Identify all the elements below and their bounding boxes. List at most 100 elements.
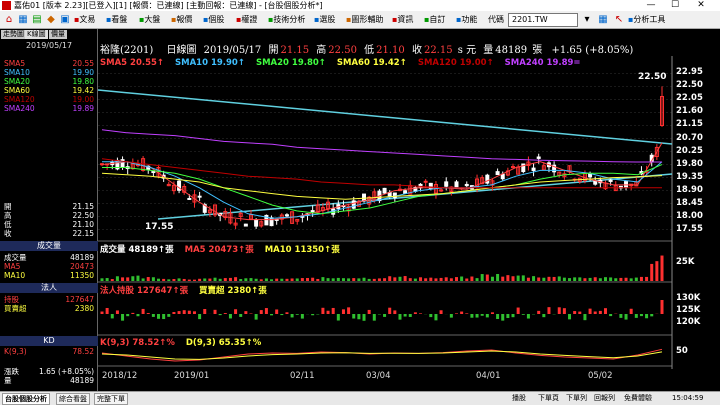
volume-bar [593,277,597,281]
volume-bar [347,278,351,281]
volume-bar [403,276,407,281]
chevron-down-icon[interactable]: ▾ [580,12,594,28]
institutional-bar [352,314,356,319]
menu-technical[interactable]: ▪技術分析 [268,12,305,28]
chart-area[interactable]: 裕隆(2201) 日線圖 2019/05/17 開 21.15 高 22.50 低2… [98,29,720,391]
maximize-button[interactable]: ☐ [664,0,686,11]
volume-bar [506,275,510,281]
volume-bar [234,277,238,281]
institutional-bar [162,314,166,320]
info-high: 高 22.50 [4,211,94,220]
candle-body [593,180,598,185]
main-toolbar: ⌂ ▦ ▤ ◆ ▣ ▪文易 ▪看盤 ▪大盤 ▪報價 ▪個股 ▪權證 ▪技術分析 … [0,11,720,29]
volume-bar [578,277,582,281]
volume-bar [480,274,484,281]
institutional-bar [218,314,222,316]
volume-bar [203,278,207,281]
info-volume: 成交量 48189 [4,253,94,262]
tab-intraday[interactable]: 走勢圖 [1,30,26,39]
alert-icon[interactable]: ◆ [44,12,58,28]
institutional-bar [454,313,458,314]
institutional-bar [372,314,376,321]
volume-bar [259,279,263,281]
title-bar: 嘉佑01 [版本 2.23][已登入][1] [報價：已連線] [主動回報：已連… [0,0,720,11]
volume-bar [603,277,607,281]
quote-icon[interactable]: ▤ [30,12,44,28]
menu-custom[interactable]: ▪自訂 [424,12,445,28]
price-axis-tick: 21.60 [676,106,703,117]
layout-icon[interactable]: ▦ [16,12,30,28]
inst-axis-tick: 130K [676,293,701,303]
tab-price-volume[interactable]: 價量 [49,30,67,39]
status-stock[interactable]: 播股 [512,392,526,405]
stock-code-input[interactable]: 2201.TW [508,13,578,27]
institutional-bar [465,313,469,314]
volume-bar [177,278,181,281]
status-free-trial[interactable]: 免費體驗 [624,392,652,405]
cursor-icon[interactable]: ↖ [612,12,626,28]
volume-bar [388,276,392,281]
volume-bar [598,278,602,281]
institutional-bar [213,309,217,314]
menu-warrant[interactable]: ▪權證 [236,12,257,28]
price-axis-tick: 18.45 [676,197,703,208]
status-report-bar[interactable]: 回報列 [594,392,615,405]
tab-stock-analysis[interactable]: 台股個股分析 [2,393,50,405]
institutional-bar [239,314,243,317]
menu-market[interactable]: ▪大盤 [139,12,160,28]
volume-bar [331,278,335,281]
institutional-bar [434,314,438,321]
menu-trade[interactable]: ▪文易 [74,12,95,28]
menu-screener[interactable]: ▪選股 [314,12,335,28]
kd-section-header: KD [0,336,98,346]
trough-annotation: 17.55 [145,222,173,232]
candle-body [608,179,613,182]
institutional-bar [341,309,345,314]
volume-bar [532,276,536,281]
x-tick: 2018/12 [102,371,138,381]
home-icon[interactable]: ⌂ [2,12,16,28]
peak-annotation: 22.50 [638,72,666,82]
price-axis-tick: 22.95 [676,67,703,78]
info-low: 低 21.10 [4,220,94,229]
institutional-bar [141,308,145,314]
volume-bar [270,279,274,281]
institutional-bar [234,309,238,314]
status-order-page[interactable]: 下單頁 [538,392,559,405]
volume-bar [151,277,155,281]
status-order-bar[interactable]: 下單列 [566,392,587,405]
menu-info[interactable]: ▪資訊 [392,12,413,28]
menu-watch[interactable]: ▪看盤 [106,12,127,28]
menu-drawing[interactable]: ▪圖形輔助 [346,12,383,28]
volume-bar [609,277,613,281]
minimize-button[interactable]: — [640,0,662,11]
tab-overview[interactable]: 綜合看盤 [56,393,90,405]
institutional-bar [578,311,582,314]
volume-bar [285,278,289,281]
institutional-bar [126,314,130,317]
institutional-bar [639,314,643,317]
grid-icon[interactable]: ▦ [596,12,610,28]
print-icon[interactable]: ▣ [58,12,72,28]
institutional-bar [413,312,417,314]
volume-bar [187,279,191,281]
price-axis-tick: 22.50 [676,80,703,91]
info-date: 2019/05/17 [25,41,73,50]
volume-bar [254,278,258,281]
analysis-tools-menu[interactable]: ▪分析工具 [628,12,665,28]
price-axis-tick: 18.90 [676,184,703,195]
menu-stock[interactable]: ▪個股 [203,12,224,28]
kd-line-d [101,350,663,360]
tab-full-order[interactable]: 完整下單 [94,393,128,405]
tab-kline[interactable]: K線圖 [25,30,48,39]
institutional-bar [568,314,572,320]
institutional-bar [603,308,607,314]
menu-quote[interactable]: ▪報價 [171,12,192,28]
menu-function[interactable]: ▪功能 [456,12,477,28]
close-button[interactable]: ✕ [690,0,712,11]
institutional-bar [598,310,602,314]
candle-body [454,181,459,188]
info-volume-ma10: MA10 11350 [4,271,94,280]
volume-bar [239,279,243,281]
institutional-bar [650,314,654,317]
